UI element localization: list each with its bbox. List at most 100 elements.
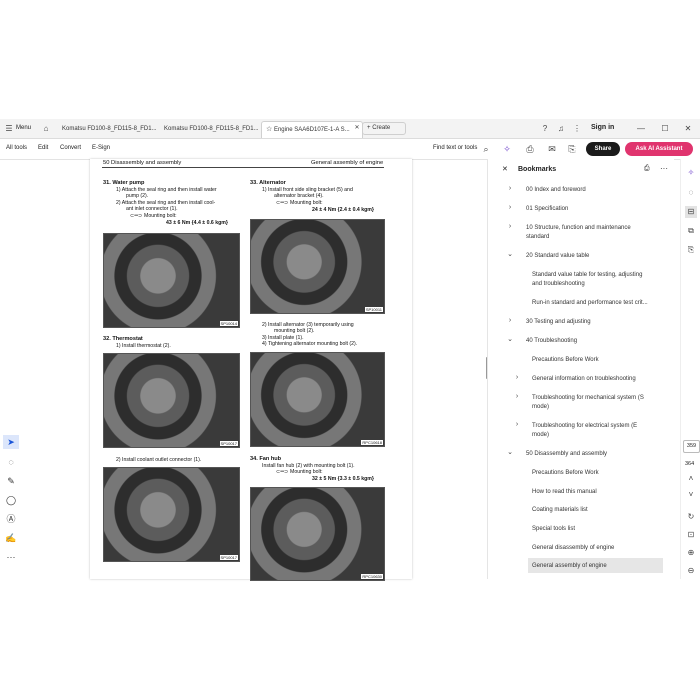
photo-tag: RPC10618 [361,440,383,445]
rotate-icon[interactable]: ↻ [685,511,697,523]
photo-water-pump: SP10014 [103,233,240,328]
more-tools-icon[interactable]: ··· [3,550,19,564]
expand-chevron-icon[interactable]: › [513,393,521,400]
collapse-chevron-icon[interactable]: ⌄ [506,250,514,258]
bookmark-50-2[interactable]: How to read this manual [532,488,597,497]
comment-icon[interactable]: ◌ [3,455,19,469]
bookmark-40-3-cont[interactable]: mode) [532,403,549,412]
s31-bolt: Mounting bolt: [144,213,177,219]
photo-tag: RPC10630 [361,574,383,579]
bookmark-50-4[interactable]: Special tools list [532,525,575,534]
bookmark-10[interactable]: 10 Structure, function and maintenance [526,224,631,233]
all-tools-button[interactable]: All tools [6,145,27,151]
bookmark-40-2[interactable]: General information on troubleshooting [532,375,636,384]
comments-panel-icon[interactable]: ◌ [685,187,697,199]
bookmark-30[interactable]: 30 Testing and adjusting [526,318,591,327]
section-33-title: 33. Alternator [250,180,286,186]
fit-page-icon[interactable]: ⊡ [685,529,697,541]
ask-ai-assistant-button[interactable]: Ask AI Assistant [625,142,693,156]
bookmark-40[interactable]: 40 Troubleshooting [526,337,577,346]
sign-in-link[interactable]: Sign in [591,124,614,131]
minimize-icon[interactable]: — [636,122,646,135]
tab-doc-2[interactable]: Komatsu FD100-8_FD115-8_FD1... [160,121,260,137]
expand-chevron-icon[interactable]: › [506,223,514,230]
bookmark-00[interactable]: 00 Index and foreword [526,186,586,195]
page-number-input[interactable]: 359 [683,440,700,453]
menu-label[interactable]: Menu [16,125,31,131]
close-tab-icon[interactable]: ✕ [354,122,360,135]
save-icon[interactable]: ⎙ [524,143,536,155]
home-icon[interactable]: ⌂ [40,122,52,135]
next-page-icon[interactable]: ˅ [685,489,697,501]
print-icon[interactable]: ⎘ [566,143,578,155]
convert-button[interactable]: Convert [60,145,81,151]
s33-torque: 24 ± 4 Nm {2.4 ± 0.4 kgm} [312,207,374,213]
close-panel-icon[interactable]: ✕ [502,165,508,173]
hamburger-menu-icon[interactable]: ☰ [4,122,14,135]
s33-line2b: mounting bolt (2). [274,328,315,334]
bookmark-40-4-cont[interactable]: mode) [532,431,549,440]
more-options-icon[interactable]: ··· [660,164,668,173]
bookmark-20-1[interactable]: Standard value table for testing, adjust… [532,271,642,280]
prev-page-icon[interactable]: ˄ [685,473,697,485]
text-box-icon[interactable]: Ⓐ [3,512,19,526]
collapse-chevron-icon[interactable]: ⌄ [506,335,514,343]
bookmark-01[interactable]: 01 Specification [526,205,568,214]
create-tab-button[interactable]: + Create [362,122,406,135]
expand-chevron-icon[interactable]: › [506,317,514,324]
select-cursor-icon[interactable]: ➤ [3,435,19,449]
photo-fan-hub: RPC10630 [250,487,385,581]
esign-button[interactable]: E-Sign [92,145,110,151]
stamp-icon[interactable]: ✍ [3,531,19,545]
tab-label: Komatsu FD100-8_FD115-8_FD1... [164,126,259,132]
s32-line2: 2) Install coolant outlet connector (1). [116,457,202,463]
bookmark-20[interactable]: 20 Standard value table [526,252,589,261]
maximize-icon[interactable]: ☐ [660,122,670,135]
header-rule [102,167,384,168]
bookmark-10-cont[interactable]: standard [526,233,549,242]
main-toolbar: All tools Edit Convert E-Sign Find text … [0,139,700,160]
bookmark-50-1[interactable]: Precautions Before Work [532,469,599,478]
collapse-chevron-icon[interactable]: ⌄ [506,448,514,456]
expand-chevron-icon[interactable]: › [506,204,514,211]
find-text-input[interactable]: Find text or tools [433,145,477,151]
bookmarks-panel-icon[interactable]: ⊟ [685,206,697,218]
expand-chevron-icon[interactable]: › [513,421,521,428]
pages-panel-icon[interactable]: ⧉ [685,225,697,237]
ai-panel-icon[interactable]: ✧ [685,167,697,179]
expand-chevron-icon[interactable]: › [506,185,514,192]
bookmark-50-6-selected[interactable]: General assembly of engine [532,562,607,571]
bookmark-50[interactable]: 50 Disassembly and assembly [526,450,607,459]
bookmark-50-3[interactable]: Coating materials list [532,506,588,515]
section-34-title: 34. Fan hub [250,456,282,462]
bookmark-20-1-cont[interactable]: and troubleshooting [532,280,585,289]
share-label: Share [594,146,612,152]
bookmark-40-3[interactable]: Troubleshooting for mechanical system (S [532,394,644,403]
tab-doc-1[interactable]: Komatsu FD100-8_FD115-8_FD1... [58,121,158,137]
bookmark-40-1[interactable]: Precautions Before Work [532,356,599,365]
edit-button[interactable]: Edit [38,145,48,151]
tab-doc-active[interactable]: ☆ Engine SAA6D107E-1-A S... [261,121,363,138]
share-button[interactable]: Share [586,142,620,156]
email-icon[interactable]: ✉ [546,143,558,155]
document-page: 50 Disassembly and assembly General asse… [90,159,412,581]
add-bookmark-icon[interactable]: ⎙ [644,165,650,173]
bookmark-50-5[interactable]: General disassembly of engine [532,544,614,553]
attachments-icon[interactable]: ⎘ [685,244,697,256]
search-icon[interactable]: ⌕ [480,143,492,155]
zoom-in-icon[interactable]: ⊕ [685,547,697,559]
expand-chevron-icon[interactable]: › [513,374,521,381]
help-icon[interactable]: ? [540,122,550,135]
notifications-icon[interactable]: ♫ [556,122,566,135]
bookmark-40-4[interactable]: Troubleshooting for electrical system (E [532,422,637,431]
pen-icon[interactable]: ✎ [3,474,19,488]
window-close-icon[interactable]: ✕ [683,122,693,135]
lasso-icon[interactable]: ◯ [3,493,19,507]
doc-header-right: General assembly of engine [311,160,384,166]
ai-tools-icon[interactable]: ✧ [501,143,513,155]
bookmark-20-2[interactable]: Run-in standard and performance test cri… [532,299,648,308]
star-icon[interactable]: ☆ [266,126,272,133]
zoom-out-icon[interactable]: ⊖ [685,565,697,577]
ask-ai-label: Ask AI Assistant [635,146,683,152]
apps-grid-icon[interactable]: ⋮ [572,122,582,135]
